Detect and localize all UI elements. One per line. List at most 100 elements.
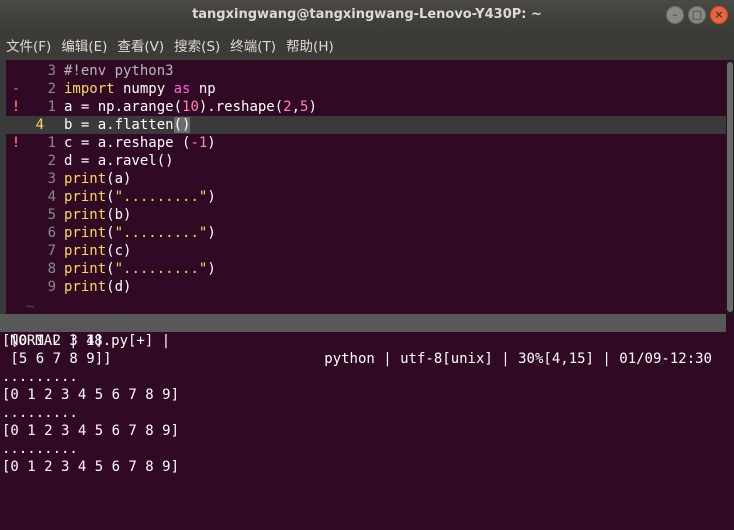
gutter-sign: -: [11, 81, 21, 97]
code-line[interactable]: ! 1 c = a.reshape (-1): [0, 134, 726, 152]
code-token: ".........": [114, 189, 208, 205]
scrollbar[interactable]: [726, 60, 734, 315]
code-token: ".........": [114, 225, 208, 241]
line-number: 9: [47, 279, 56, 295]
line-number: 4: [47, 189, 56, 205]
code-token: (a): [106, 171, 132, 187]
output-line: [[0 1 2 3 4]: [2, 333, 104, 349]
code-token: print: [64, 225, 107, 241]
line-number: 8: [47, 261, 56, 277]
code-text: print("........."): [64, 260, 216, 278]
code-token: 2: [283, 99, 292, 115]
output-line: .........: [2, 405, 78, 421]
code-text: d = a.ravel(): [64, 152, 174, 170]
code-token: print: [64, 279, 107, 295]
menu-view[interactable]: 查看(V): [117, 35, 164, 55]
code-token: ,: [291, 99, 301, 115]
menu-file[interactable]: 文件(F): [6, 35, 51, 55]
code-line[interactable]: 4 b = a.flatten(): [0, 116, 726, 134]
code-token: (b): [106, 207, 132, 223]
code-token: (d): [106, 279, 132, 295]
code-text: print(d): [64, 278, 131, 296]
code-token: #!env python3: [64, 63, 174, 79]
window-title: tangxingwang@tangxingwang-Lenovo-Y430P: …: [192, 7, 542, 22]
code-text: print(c): [64, 242, 131, 260]
output-line: [0 1 2 3 4 5 6 7 8 9]: [2, 459, 180, 475]
minimize-button[interactable]: –: [666, 6, 684, 24]
line-number: 4: [35, 117, 44, 133]
output-line: [5 6 7 8 9]]: [2, 351, 112, 367]
code-token: ): [207, 135, 216, 151]
matched-bracket: (): [173, 117, 191, 133]
close-button[interactable]: ×: [710, 6, 728, 24]
error-sign-icon: !: [11, 99, 21, 115]
menu-bar: 文件(F) 编辑(E) 查看(V) 搜索(S) 终端(T) 帮助(H): [0, 30, 734, 60]
vim-statusline: NORMAL | 18.py[+] | python | utf-8[unix]…: [0, 314, 726, 367]
code-token: print: [64, 171, 107, 187]
line-number: 2: [47, 153, 56, 169]
code-text: b = a.flatten(): [64, 116, 191, 134]
code-text: print(b): [64, 206, 131, 224]
line-number: 2: [47, 81, 56, 97]
code-line[interactable]: 9 print(d): [0, 278, 726, 296]
maximize-button[interactable]: □: [688, 6, 706, 24]
code-line[interactable]: - 2 import numpy as np: [0, 80, 726, 98]
line-number: 1: [47, 135, 56, 151]
code-line[interactable]: 3 #!env python3: [0, 62, 726, 80]
code-token: as: [173, 81, 191, 97]
output-line: [0 1 2 3 4 5 6 7 8 9]: [2, 423, 180, 439]
code-line[interactable]: 8 print("........."): [0, 260, 726, 278]
code-text: print(a): [64, 170, 131, 188]
code-token: d = a.ravel(): [64, 153, 174, 169]
code-token: ).reshape(: [198, 99, 284, 115]
code-token: c = a.reshape (: [64, 135, 191, 151]
code-line[interactable]: 2 d = a.ravel(): [0, 152, 726, 170]
code-text: a = np.arange(10).reshape(2,5): [64, 98, 317, 116]
code-token: (c): [106, 243, 132, 259]
code-token: a = np.arange(: [64, 99, 183, 115]
line-number: 3: [47, 63, 56, 79]
code-text: #!env python3: [64, 62, 174, 80]
code-text: print("........."): [64, 188, 216, 206]
code-line[interactable]: ! 1 a = np.arange(10).reshape(2,5): [0, 98, 726, 116]
line-number: 7: [47, 243, 56, 259]
code-line[interactable]: 4 print("........."): [0, 188, 726, 206]
code-token: numpy: [114, 81, 174, 97]
scrollbar-thumb[interactable]: [727, 62, 733, 312]
line-number: 1: [47, 99, 56, 115]
code-line[interactable]: 3 print(a): [0, 170, 726, 188]
error-sign-icon: !: [11, 135, 21, 151]
code-token: (: [106, 189, 115, 205]
code-token: import: [64, 81, 115, 97]
line-number: 6: [47, 225, 56, 241]
code-token: b = a.flatten: [64, 117, 174, 133]
code-text: import numpy as np: [64, 80, 216, 98]
terminal-area[interactable]: 3 #!env python3 - 2 import numpy as np! 1 a = …: [0, 60, 734, 530]
code-token: (: [106, 225, 115, 241]
output-line: .........: [2, 441, 78, 457]
terminal-window: tangxingwang@tangxingwang-Lenovo-Y430P: …: [0, 0, 734, 530]
code-token: print: [64, 243, 107, 259]
code-token: ): [207, 225, 216, 241]
menu-help[interactable]: 帮助(H): [286, 35, 334, 55]
menu-edit[interactable]: 编辑(E): [61, 35, 107, 55]
code-line[interactable]: 5 print(b): [0, 206, 726, 224]
code-line[interactable]: 6 print("........."): [0, 224, 726, 242]
window-controls: – □ ×: [666, 6, 728, 24]
code-token: -1: [190, 135, 208, 151]
line-number: 3: [47, 171, 56, 187]
code-token: (: [106, 261, 115, 277]
output-line: .........: [2, 369, 78, 385]
code-token: print: [64, 189, 107, 205]
code-text: print("........."): [64, 224, 216, 242]
code-token: print: [64, 261, 107, 277]
menu-terminal[interactable]: 终端(T): [230, 35, 276, 55]
code-line[interactable]: 7 print(c): [0, 242, 726, 260]
code-token: ): [207, 189, 216, 205]
title-bar[interactable]: tangxingwang@tangxingwang-Lenovo-Y430P: …: [0, 0, 734, 30]
code-token: ): [308, 99, 317, 115]
code-token: print: [64, 207, 107, 223]
menu-search[interactable]: 搜索(S): [174, 35, 220, 55]
program-output: [[0 1 2 3 4] [5 6 7 8 9]]......... [0 1 2…: [2, 332, 179, 476]
code-text: c = a.reshape (-1): [64, 134, 216, 152]
